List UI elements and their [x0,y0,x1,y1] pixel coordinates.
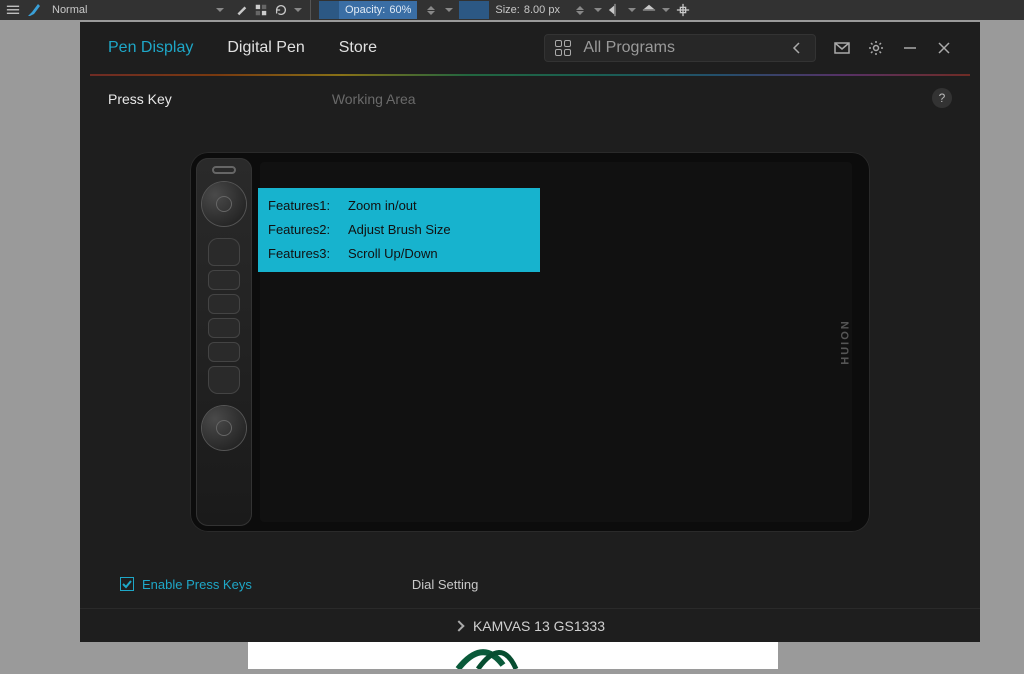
separator [310,0,311,20]
brush-icon[interactable] [26,2,42,18]
window-header: Pen Display Digital Pen Store All Progra… [80,22,980,74]
size-spinner[interactable] [576,6,584,15]
chevron-right-icon [453,620,464,631]
canvas[interactable] [248,640,778,669]
device-selector-bar[interactable]: KAMVAS 13 GS1333 [80,608,980,642]
power-indicator-icon [212,166,236,174]
mirror-vertical-icon[interactable] [642,3,656,17]
close-icon[interactable] [936,40,952,56]
dropdown-caret-icon[interactable] [594,8,602,12]
blend-mode-value: Normal [52,4,87,16]
press-key-5[interactable] [208,342,240,362]
apps-grid-icon [555,40,571,56]
dropdown-caret-icon[interactable] [662,8,670,12]
menu-icon[interactable] [6,3,20,17]
device-name: KAMVAS 13 GS1333 [473,618,605,634]
tooltip-f3-label: Features3: [268,242,348,266]
opacity-spinner[interactable] [427,6,435,15]
tablet-illustration: HUION Features1:Zoom in/out Features2:Ad… [190,152,870,532]
sub-tabs: Press Key Working Area ? [80,76,980,122]
gear-icon[interactable] [868,40,884,56]
tooltip-f2-label: Features2: [268,218,348,242]
subtab-working-area[interactable]: Working Area [332,91,416,107]
size-slider-track[interactable] [459,1,489,19]
canvas-stroke [248,640,778,669]
header-controls: All Programs [544,34,952,62]
press-key-1[interactable] [208,238,240,266]
help-button[interactable]: ? [932,88,952,108]
press-key-3[interactable] [208,294,240,314]
press-key-4[interactable] [208,318,240,338]
mail-icon[interactable] [834,40,850,56]
reload-icon[interactable] [274,3,288,17]
size-field[interactable]: Size: 8.00 px [489,1,566,19]
huion-driver-window: Pen Display Digital Pen Store All Progra… [80,22,980,642]
dropdown-caret-icon[interactable] [294,8,302,12]
crop-icon[interactable] [676,3,690,17]
tooltip-f2-value: Adjust Brush Size [348,218,451,242]
minimize-icon[interactable] [902,40,918,56]
dropdown-caret-icon [216,8,224,12]
opacity-field[interactable]: Opacity: 60% [339,1,417,19]
press-key-2[interactable] [208,270,240,290]
tooltip-f1-label: Features1: [268,194,348,218]
dial-features-tooltip: Features1:Zoom in/out Features2:Adjust B… [258,188,540,272]
chevron-left-icon [789,40,805,56]
app-toolbar: Normal Opacity: 60% Size: 8.00 px [0,0,1024,20]
checkbox-icon [120,577,134,591]
enable-press-keys-checkbox[interactable]: Enable Press Keys [120,577,252,592]
alpha-lock-icon[interactable] [254,3,268,17]
tab-store[interactable]: Store [339,39,377,57]
device-preview-area: HUION Features1:Zoom in/out Features2:Ad… [80,122,980,560]
opacity-label: Opacity: [345,4,385,16]
footer-options: Enable Press Keys Dial Setting [80,560,980,608]
press-keys-stack [208,238,240,394]
dropdown-caret-icon[interactable] [628,8,636,12]
enable-press-keys-label: Enable Press Keys [142,577,252,592]
opacity-slider-track[interactable] [319,1,339,19]
tooltip-f3-value: Scroll Up/Down [348,242,438,266]
subtab-press-key[interactable]: Press Key [108,91,172,107]
top-dial[interactable] [202,182,246,226]
opacity-value: 60% [389,4,411,16]
blend-mode-dropdown[interactable]: Normal [48,2,228,18]
brand-label: HUION [839,319,851,364]
tablet-side-panel [196,158,252,526]
eraser-icon[interactable] [234,3,248,17]
tab-digital-pen[interactable]: Digital Pen [227,39,304,57]
main-tabs: Pen Display Digital Pen Store [108,39,377,57]
all-programs-label: All Programs [583,39,675,57]
all-programs-dropdown[interactable]: All Programs [544,34,816,62]
size-label: Size: [495,4,519,16]
dial-setting-link[interactable]: Dial Setting [412,577,478,592]
bottom-dial[interactable] [202,406,246,450]
mirror-horizontal-icon[interactable] [608,3,622,17]
size-value: 8.00 px [524,4,560,16]
dropdown-caret-icon[interactable] [445,8,453,12]
tooltip-f1-value: Zoom in/out [348,194,417,218]
press-key-6[interactable] [208,366,240,394]
tab-pen-display[interactable]: Pen Display [108,39,193,57]
